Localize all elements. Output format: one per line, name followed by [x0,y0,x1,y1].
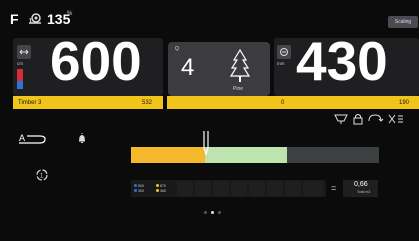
length-color-bar-blue [17,81,23,89]
tool-icons-row [334,114,403,125]
indicator-cell[interactable] [231,181,247,196]
length-value: 600 [50,30,142,92]
feed-icon[interactable]: A [18,132,48,148]
diameter-max: 190 [399,100,410,106]
assortment-value: 532 [142,100,153,106]
diameter-value: 430 [296,30,388,92]
diameter-min: 0 [281,100,285,106]
svg-text:1: 1 [40,174,44,180]
total-volume-label: Total m3 [357,190,371,194]
svg-text:A: A [19,133,25,143]
legend-group: 500 300 [134,183,144,193]
legend-dot [156,189,159,192]
legend-dot [156,184,159,187]
page-dot[interactable] [204,211,207,214]
indicator-cell[interactable] [285,181,301,196]
diameter-toggle-icon[interactable] [277,45,291,59]
snail-icon [29,13,41,24]
indicator-cell[interactable] [213,181,229,196]
rotate-icon[interactable] [368,114,384,122]
lock-icon[interactable] [353,114,363,125]
progress-green [205,147,287,163]
indicator-cell[interactable] [195,181,211,196]
indicator-cell[interactable] [177,181,193,196]
diameter-unit: mm [277,61,285,66]
f-indicator: F [10,11,19,27]
position-marker-icon[interactable] [199,130,213,158]
log-count: 4 [181,54,195,81]
legend-group: 870 365 [156,183,166,193]
total-volume-value: 0,66 [354,181,368,188]
length-unit: cm [17,61,23,66]
legend-dot [134,189,137,192]
bell-icon[interactable] [78,132,86,144]
indicator-cell[interactable] [303,181,323,196]
diameter-strip[interactable] [275,96,419,109]
grapple-icon[interactable] [334,114,348,124]
wood-type-label: Pine [233,86,244,92]
middle-strip [167,96,275,109]
legend-value: 500 [138,183,144,188]
speed-unit: % [67,11,73,17]
tree-icon [229,48,251,82]
indicator-cell[interactable] [249,181,265,196]
assortment-name: Timber 3 [18,100,42,106]
cycle-icon[interactable]: 1 [35,168,49,182]
settings-icon[interactable] [388,114,403,124]
legend-dot [134,184,137,187]
quality-label: Q [175,46,179,52]
indicator-cell[interactable] [267,181,283,196]
legend-value: 300 [138,188,144,193]
legend-item: 300 [134,188,144,193]
page-dot[interactable] [218,211,221,214]
legend-item: 365 [156,188,166,193]
equals-sign: = [331,183,337,193]
progress-yellow [131,147,205,163]
page-dot[interactable] [211,211,214,214]
scaling-button[interactable]: Scaling [388,16,418,28]
length-toggle-icon[interactable] [17,45,31,59]
legend-value: 870 [160,183,166,188]
legend-value: 365 [160,188,166,193]
